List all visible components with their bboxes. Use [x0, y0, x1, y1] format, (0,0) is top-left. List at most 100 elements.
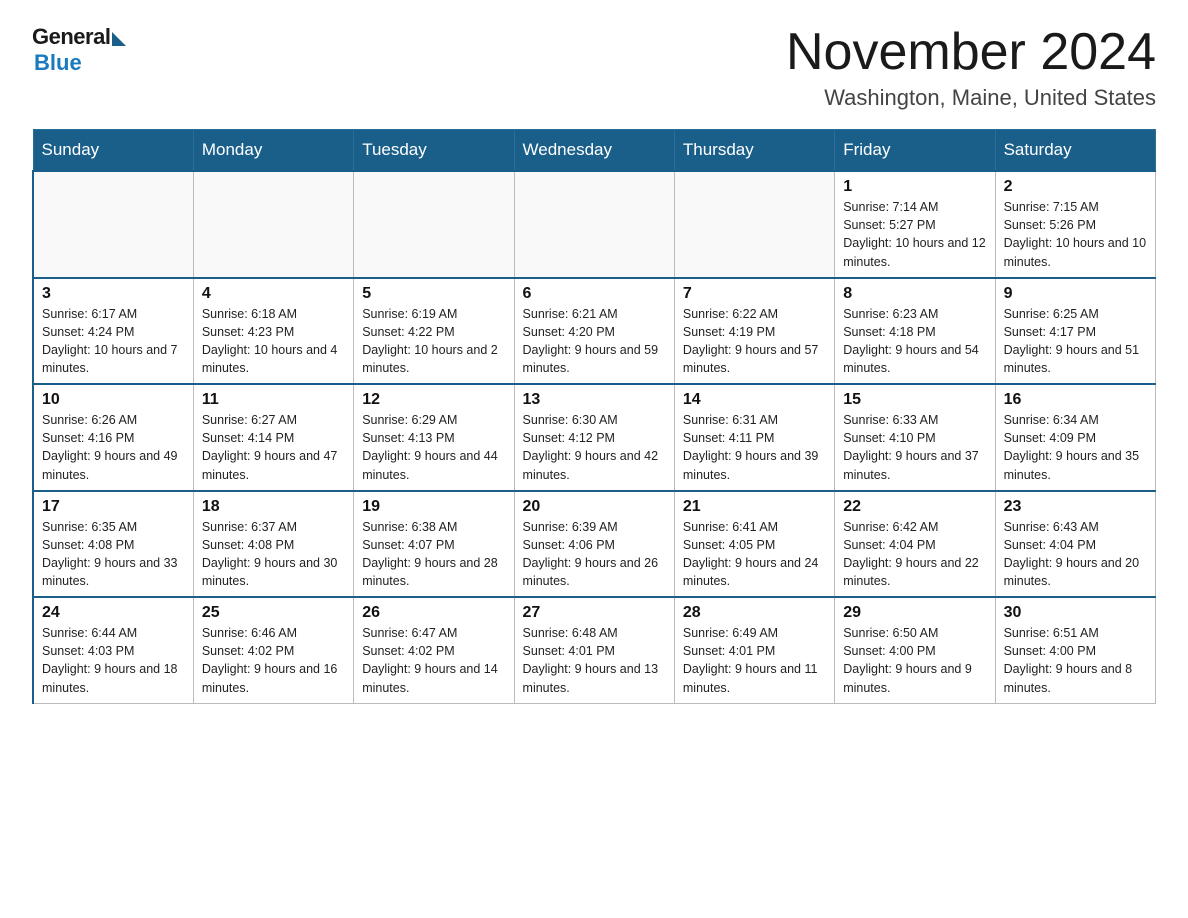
day-info: Sunrise: 6:51 AMSunset: 4:00 PMDaylight:…	[1004, 624, 1147, 697]
calendar-cell: 29 Sunrise: 6:50 AMSunset: 4:00 PMDayligh…	[835, 597, 995, 703]
day-info: Sunrise: 6:31 AMSunset: 4:11 PMDaylight:…	[683, 411, 826, 484]
day-number: 2	[1004, 178, 1147, 196]
calendar-cell: 2 Sunrise: 7:15 AMSunset: 5:26 PMDaylight…	[995, 171, 1155, 278]
calendar-row-0: 1 Sunrise: 7:14 AMSunset: 5:27 PMDaylight…	[33, 171, 1156, 278]
day-info: Sunrise: 6:29 AMSunset: 4:13 PMDaylight:…	[362, 411, 505, 484]
calendar-cell: 26 Sunrise: 6:47 AMSunset: 4:02 PMDayligh…	[354, 597, 514, 703]
calendar-cell: 24Sunrise: 6:44 AMSunset: 4:03 PMDayligh…	[33, 597, 193, 703]
day-info: Sunrise: 6:48 AMSunset: 4:01 PMDaylight:…	[523, 624, 666, 697]
calendar-cell: 6 Sunrise: 6:21 AMSunset: 4:20 PMDaylight…	[514, 278, 674, 385]
day-number: 13	[523, 391, 666, 409]
day-info: Sunrise: 6:35 AMSunset: 4:08 PMDaylight:…	[42, 518, 185, 591]
day-number: 8	[843, 285, 986, 303]
calendar-cell: 11 Sunrise: 6:27 AMSunset: 4:14 PMDayligh…	[193, 384, 353, 491]
day-number: 10	[42, 391, 185, 409]
calendar-cell: 14 Sunrise: 6:31 AMSunset: 4:11 PMDayligh…	[674, 384, 834, 491]
calendar-cell: 21 Sunrise: 6:41 AMSunset: 4:05 PMDayligh…	[674, 491, 834, 598]
weekday-header-friday: Friday	[835, 130, 995, 172]
calendar-cell: 22 Sunrise: 6:42 AMSunset: 4:04 PMDayligh…	[835, 491, 995, 598]
day-number: 29	[843, 604, 986, 622]
day-number: 22	[843, 498, 986, 516]
day-info: Sunrise: 6:30 AMSunset: 4:12 PMDaylight:…	[523, 411, 666, 484]
day-info: Sunrise: 6:37 AMSunset: 4:08 PMDaylight:…	[202, 518, 345, 591]
day-number: 11	[202, 391, 345, 409]
calendar-cell: 16 Sunrise: 6:34 AMSunset: 4:09 PMDayligh…	[995, 384, 1155, 491]
day-info: Sunrise: 6:27 AMSunset: 4:14 PMDaylight:…	[202, 411, 345, 484]
day-number: 15	[843, 391, 986, 409]
calendar-cell	[33, 171, 193, 278]
calendar-cell: 18 Sunrise: 6:37 AMSunset: 4:08 PMDayligh…	[193, 491, 353, 598]
day-info: Sunrise: 6:18 AMSunset: 4:23 PMDaylight:…	[202, 305, 345, 378]
day-info: Sunrise: 7:15 AMSunset: 5:26 PMDaylight:…	[1004, 198, 1147, 271]
day-info: Sunrise: 6:39 AMSunset: 4:06 PMDaylight:…	[523, 518, 666, 591]
day-number: 5	[362, 285, 505, 303]
title-area: November 2024 Washington, Maine, United …	[786, 24, 1156, 111]
day-number: 25	[202, 604, 345, 622]
day-number: 17	[42, 498, 185, 516]
calendar-cell: 17 Sunrise: 6:35 AMSunset: 4:08 PMDayligh…	[33, 491, 193, 598]
calendar-cell	[354, 171, 514, 278]
day-number: 23	[1004, 498, 1147, 516]
day-info: Sunrise: 6:42 AMSunset: 4:04 PMDaylight:…	[843, 518, 986, 591]
day-info: Sunrise: 6:38 AMSunset: 4:07 PMDaylight:…	[362, 518, 505, 591]
day-number: 6	[523, 285, 666, 303]
day-number: 21	[683, 498, 826, 516]
calendar-cell: 23 Sunrise: 6:43 AMSunset: 4:04 PMDayligh…	[995, 491, 1155, 598]
day-number: 16	[1004, 391, 1147, 409]
calendar-cell	[193, 171, 353, 278]
weekday-header-saturday: Saturday	[995, 130, 1155, 172]
calendar-cell: 27 Sunrise: 6:48 AMSunset: 4:01 PMDayligh…	[514, 597, 674, 703]
day-info: Sunrise: 6:50 AMSunset: 4:00 PMDaylight:…	[843, 624, 986, 697]
calendar-body: 1 Sunrise: 7:14 AMSunset: 5:27 PMDaylight…	[33, 171, 1156, 703]
calendar-cell: 4 Sunrise: 6:18 AMSunset: 4:23 PMDaylight…	[193, 278, 353, 385]
day-number: 14	[683, 391, 826, 409]
logo-top: General	[32, 24, 126, 50]
weekday-header-thursday: Thursday	[674, 130, 834, 172]
logo-blue-text: Blue	[34, 50, 82, 76]
calendar-cell: 5Sunrise: 6:19 AMSunset: 4:22 PMDaylight…	[354, 278, 514, 385]
day-number: 12	[362, 391, 505, 409]
day-info: Sunrise: 6:17 AMSunset: 4:24 PMDaylight:…	[42, 305, 185, 378]
day-number: 9	[1004, 285, 1147, 303]
calendar-cell: 25 Sunrise: 6:46 AMSunset: 4:02 PMDayligh…	[193, 597, 353, 703]
day-info: Sunrise: 6:47 AMSunset: 4:02 PMDaylight:…	[362, 624, 505, 697]
calendar-cell: 19 Sunrise: 6:38 AMSunset: 4:07 PMDayligh…	[354, 491, 514, 598]
calendar-cell: 15 Sunrise: 6:33 AMSunset: 4:10 PMDayligh…	[835, 384, 995, 491]
day-number: 20	[523, 498, 666, 516]
month-title: November 2024	[786, 24, 1156, 81]
day-info: Sunrise: 6:41 AMSunset: 4:05 PMDaylight:…	[683, 518, 826, 591]
calendar-cell: 1 Sunrise: 7:14 AMSunset: 5:27 PMDaylight…	[835, 171, 995, 278]
day-number: 18	[202, 498, 345, 516]
calendar-table: SundayMondayTuesdayWednesdayThursdayFrid…	[32, 129, 1156, 704]
day-info: Sunrise: 6:49 AMSunset: 4:01 PMDaylight:…	[683, 624, 826, 697]
day-number: 4	[202, 285, 345, 303]
day-number: 19	[362, 498, 505, 516]
calendar-header: SundayMondayTuesdayWednesdayThursdayFrid…	[33, 130, 1156, 172]
calendar-cell: 3Sunrise: 6:17 AMSunset: 4:24 PMDaylight…	[33, 278, 193, 385]
day-number: 27	[523, 604, 666, 622]
page-header: General Blue November 2024 Washington, M…	[32, 24, 1156, 111]
logo: General Blue	[32, 24, 126, 76]
day-number: 24	[42, 604, 185, 622]
day-info: Sunrise: 7:14 AMSunset: 5:27 PMDaylight:…	[843, 198, 986, 271]
weekday-header-wednesday: Wednesday	[514, 130, 674, 172]
day-number: 1	[843, 178, 986, 196]
day-info: Sunrise: 6:46 AMSunset: 4:02 PMDaylight:…	[202, 624, 345, 697]
day-number: 28	[683, 604, 826, 622]
calendar-cell: 30Sunrise: 6:51 AMSunset: 4:00 PMDayligh…	[995, 597, 1155, 703]
location-subtitle: Washington, Maine, United States	[786, 85, 1156, 111]
calendar-cell: 28 Sunrise: 6:49 AMSunset: 4:01 PMDayligh…	[674, 597, 834, 703]
day-info: Sunrise: 6:34 AMSunset: 4:09 PMDaylight:…	[1004, 411, 1147, 484]
calendar-cell	[674, 171, 834, 278]
calendar-row-4: 24Sunrise: 6:44 AMSunset: 4:03 PMDayligh…	[33, 597, 1156, 703]
calendar-cell: 12 Sunrise: 6:29 AMSunset: 4:13 PMDayligh…	[354, 384, 514, 491]
calendar-row-1: 3Sunrise: 6:17 AMSunset: 4:24 PMDaylight…	[33, 278, 1156, 385]
calendar-cell: 8Sunrise: 6:23 AMSunset: 4:18 PMDaylight…	[835, 278, 995, 385]
day-info: Sunrise: 6:43 AMSunset: 4:04 PMDaylight:…	[1004, 518, 1147, 591]
weekday-header-sunday: Sunday	[33, 130, 193, 172]
day-info: Sunrise: 6:21 AMSunset: 4:20 PMDaylight:…	[523, 305, 666, 378]
day-info: Sunrise: 6:33 AMSunset: 4:10 PMDaylight:…	[843, 411, 986, 484]
day-number: 26	[362, 604, 505, 622]
day-info: Sunrise: 6:26 AMSunset: 4:16 PMDaylight:…	[42, 411, 185, 484]
day-info: Sunrise: 6:22 AMSunset: 4:19 PMDaylight:…	[683, 305, 826, 378]
